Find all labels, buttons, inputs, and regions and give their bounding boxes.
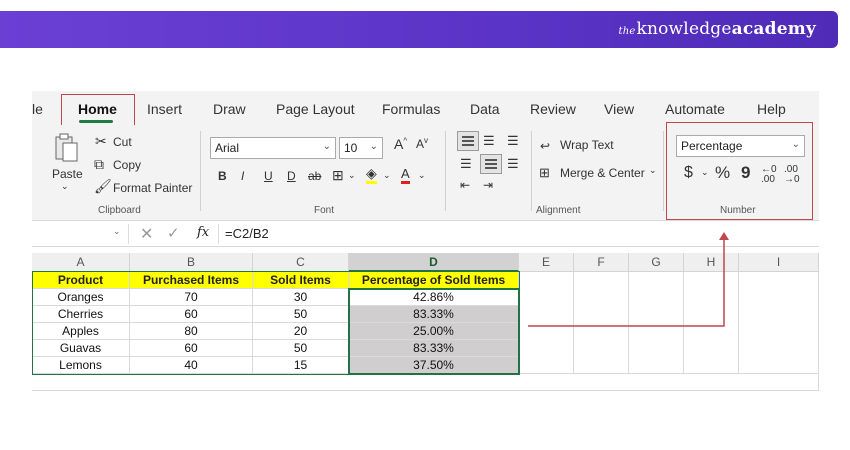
divider <box>200 131 201 211</box>
formula-input[interactable]: =C2/B2 <box>225 226 269 241</box>
excel-window: le Home Insert Draw Page Layout Formulas… <box>32 91 819 399</box>
empty-cell[interactable] <box>629 272 684 374</box>
formula-bar: ⌄ ✕ ✓ fx =C2/B2 <box>32 221 819 247</box>
underline-button[interactable]: U <box>264 169 273 183</box>
column-header-g[interactable]: G <box>629 253 684 272</box>
paste-icon[interactable] <box>54 133 80 163</box>
font-size-select[interactable]: 10 ⌄ <box>339 137 383 159</box>
insert-function-button[interactable]: fx <box>197 225 209 240</box>
table-outline <box>32 271 520 375</box>
decrease-indent-icon[interactable]: ⇤ <box>460 178 470 192</box>
clipboard-group-label: Clipboard <box>98 205 141 216</box>
tab-draw[interactable]: Draw <box>213 101 246 117</box>
fill-color-icon[interactable]: ◈ <box>366 166 377 184</box>
paste-button[interactable]: Paste <box>52 167 83 181</box>
chevron-down-icon[interactable]: ⌄ <box>418 170 426 181</box>
brand-banner: theknowledgeacademy <box>0 11 838 48</box>
tab-data[interactable]: Data <box>470 101 500 117</box>
divider <box>128 224 129 244</box>
empty-cell[interactable] <box>574 272 629 374</box>
top-align-icon <box>462 136 474 146</box>
column-header-i[interactable]: I <box>739 253 819 272</box>
chevron-down-icon[interactable]: ⌄ <box>383 170 391 181</box>
format-painter-button[interactable]: Format Painter <box>113 181 192 195</box>
ribbon-tabs: le Home Insert Draw Page Layout Formulas… <box>32 91 819 125</box>
enter-icon[interactable]: ✓ <box>167 224 180 242</box>
divider <box>531 131 532 211</box>
chevron-down-icon: ⌄ <box>369 141 378 152</box>
paste-dropdown-icon[interactable]: ⌄ <box>61 181 69 192</box>
tab-help[interactable]: Help <box>757 101 786 117</box>
borders-icon[interactable]: ⊞ <box>332 167 344 184</box>
divider <box>218 224 219 244</box>
column-header-b[interactable]: B <box>130 253 253 272</box>
tab-automate[interactable]: Automate <box>665 101 725 117</box>
font-family-select[interactable]: Arial ⌄ <box>210 137 336 159</box>
decrease-font-size-icon[interactable]: Av <box>416 136 428 151</box>
font-color-button[interactable]: A <box>401 166 410 184</box>
center-align-icon <box>485 159 497 169</box>
tab-file-partial[interactable]: le <box>32 101 43 117</box>
bold-button[interactable]: B <box>218 169 227 183</box>
brand-logo: theknowledgeacademy <box>618 19 816 39</box>
strikethrough-button[interactable]: ab <box>308 169 321 183</box>
chevron-down-icon: ⌄ <box>322 141 331 152</box>
merge-center-button[interactable]: Merge & Center <box>560 166 645 180</box>
empty-cell[interactable] <box>684 272 739 374</box>
double-underline-button[interactable]: D <box>287 169 296 183</box>
italic-button[interactable]: I <box>241 169 244 183</box>
tab-view[interactable]: View <box>604 101 634 117</box>
divider <box>663 131 664 211</box>
empty-cell[interactable] <box>519 272 574 374</box>
increase-font-size-icon[interactable]: A^ <box>394 136 407 152</box>
align-right-icon[interactable]: ☰ <box>507 156 519 172</box>
divider <box>445 131 446 211</box>
tab-insert[interactable]: Insert <box>147 101 182 117</box>
cut-button[interactable]: Cut <box>113 135 132 149</box>
empty-cell[interactable] <box>739 272 819 374</box>
column-header-a[interactable]: A <box>32 253 130 272</box>
wrap-text-icon[interactable]: ↩ <box>540 139 550 153</box>
column-header-d[interactable]: D <box>349 253 519 272</box>
align-left-icon[interactable]: ☰ <box>460 156 472 172</box>
cancel-icon[interactable]: ✕ <box>140 224 153 244</box>
tab-formulas[interactable]: Formulas <box>382 101 440 117</box>
tab-review[interactable]: Review <box>530 101 576 117</box>
increase-indent-icon[interactable]: ⇥ <box>483 178 493 192</box>
cut-icon[interactable]: ✂ <box>95 133 107 150</box>
alignment-group-label: Alignment <box>536 205 581 216</box>
format-painter-icon[interactable]: 🖌 <box>94 178 112 195</box>
font-group-label: Font <box>314 205 335 216</box>
center-align-button[interactable] <box>480 154 502 174</box>
top-align-button[interactable] <box>457 131 479 151</box>
empty-row[interactable] <box>32 374 819 391</box>
column-header-f[interactable]: F <box>574 253 629 272</box>
chevron-down-icon[interactable]: ⌄ <box>649 165 657 176</box>
wrap-text-button[interactable]: Wrap Text <box>560 138 614 152</box>
bottom-align-icon[interactable]: ☰ <box>507 133 519 149</box>
chevron-down-icon[interactable]: ⌄ <box>348 170 356 181</box>
number-group-highlight-box <box>666 122 813 220</box>
tab-page-layout[interactable]: Page Layout <box>276 101 355 117</box>
column-header-e[interactable]: E <box>519 253 574 272</box>
column-header-c[interactable]: C <box>253 253 349 272</box>
column-header-h[interactable]: H <box>684 253 739 272</box>
copy-icon[interactable]: ⧉ <box>94 156 104 173</box>
name-box-dropdown-icon[interactable]: ⌄ <box>113 226 121 237</box>
merge-center-icon[interactable]: ⊞ <box>539 165 550 181</box>
middle-align-icon[interactable]: ☰ <box>483 133 495 149</box>
copy-button[interactable]: Copy <box>113 158 141 172</box>
